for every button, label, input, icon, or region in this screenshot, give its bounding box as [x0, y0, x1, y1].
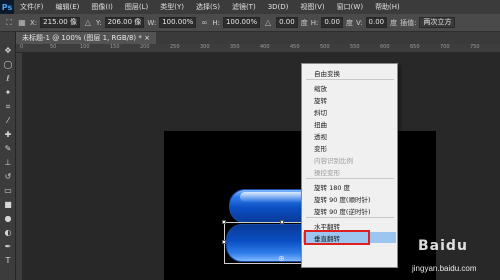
vskew-unit: 度	[390, 18, 398, 27]
menu-image[interactable]: 图像(I)	[85, 2, 119, 12]
ctx-distort[interactable]: 扭曲	[314, 119, 327, 129]
menu-filter[interactable]: 滤镜(T)	[226, 2, 262, 12]
eraser-tool-icon[interactable]: ▭	[3, 186, 13, 196]
hskew-field[interactable]: 0.00	[321, 17, 343, 28]
left-ruler	[16, 53, 23, 280]
stamp-tool-icon[interactable]: ⊥	[3, 158, 13, 168]
ruler-tick: 750	[470, 44, 480, 50]
ruler-tick: 50	[50, 44, 57, 50]
transform-center-icon[interactable]: ⊕	[278, 254, 285, 263]
baidu-watermark: Baidu jingyan.baidu.com	[412, 236, 498, 278]
menu-view[interactable]: 视图(V)	[294, 2, 330, 12]
menu-divider	[306, 79, 394, 80]
rotate-icon: △	[265, 18, 272, 27]
interpolation-label: 插值:	[400, 18, 417, 27]
ruler-tick: 350	[230, 44, 240, 50]
type-tool-icon[interactable]: T	[3, 256, 13, 266]
ctx-skew[interactable]: 斜切	[314, 107, 327, 117]
magic-wand-tool-icon[interactable]: ✦	[3, 88, 13, 98]
menu-3d[interactable]: 3D(D)	[262, 3, 295, 11]
document-tab-bar: 未标题-1 @ 100% (图层 1, RGB/8) * ×	[16, 32, 500, 44]
w-label: W:	[147, 18, 157, 27]
baidu-logo: Baidu	[418, 238, 468, 254]
transform-handle[interactable]	[280, 220, 284, 224]
options-bar: ⛶ ▦ X: 215.00 像 △ Y: 206.00 像 W: 100.00%…	[0, 14, 500, 32]
ruler-tick: 400	[260, 44, 270, 50]
ctx-rotate[interactable]: 旋转	[314, 95, 327, 105]
ruler-tick: 700	[440, 44, 450, 50]
healing-tool-icon[interactable]: ✚	[3, 130, 13, 140]
document-tab[interactable]: 未标题-1 @ 100% (图层 1, RGB/8) * ×	[16, 32, 156, 44]
blur-tool-icon[interactable]: ●	[3, 214, 13, 224]
ruler-tick: 100	[80, 44, 90, 50]
ruler-tick: 250	[170, 44, 180, 50]
ruler-tick: 600	[380, 44, 390, 50]
top-ruler: 0 50 100 150 200 250 300 350 400 450 500…	[16, 44, 500, 53]
menu-layer[interactable]: 图层(L)	[119, 2, 154, 12]
move-tool-icon[interactable]: ✥	[3, 46, 13, 56]
dodge-tool-icon[interactable]: ◐	[3, 228, 13, 238]
vskew-label: V:	[355, 18, 363, 27]
ctx-scale[interactable]: 缩放	[314, 83, 327, 93]
menu-help[interactable]: 帮助(H)	[369, 2, 406, 12]
gradient-tool-icon[interactable]: ■	[3, 200, 13, 210]
ruler-tick: 450	[290, 44, 300, 50]
hskew-label: H:	[310, 18, 319, 27]
transform-tool-icon[interactable]: ⛶	[4, 18, 14, 28]
ctx-puppet-warp: 操控变形	[314, 169, 340, 177]
menu-edit[interactable]: 编辑(E)	[50, 2, 86, 12]
vskew-field[interactable]: 0.00	[365, 17, 388, 28]
ctx-free-transform[interactable]: 自由变换	[314, 68, 340, 78]
ruler-tick: 500	[320, 44, 330, 50]
ctx-perspective[interactable]: 透视	[314, 131, 327, 141]
ctx-rotate-90-ccw[interactable]: 旋转 90 度(逆时针)	[314, 206, 370, 216]
x-field[interactable]: 215.00 像	[40, 17, 80, 28]
photoshop-logo: Ps	[0, 0, 14, 14]
reference-point-icon[interactable]: ▦	[17, 18, 27, 28]
ctx-rotate-180[interactable]: 旋转 180 度	[314, 182, 350, 192]
h-label: H:	[212, 18, 220, 27]
watermark-url: jingyan.baidu.com	[412, 264, 477, 273]
ctx-rotate-90-cw[interactable]: 旋转 90 度(顺时针)	[314, 194, 370, 204]
ruler-tick: 300	[200, 44, 210, 50]
menu-divider	[306, 217, 394, 218]
brush-tool-icon[interactable]: ✎	[3, 144, 13, 154]
history-brush-tool-icon[interactable]: ↺	[3, 172, 13, 182]
y-field[interactable]: 206.00 像	[104, 17, 145, 28]
eyedropper-tool-icon[interactable]: ⁄	[3, 116, 13, 126]
h-field[interactable]: 100.00%	[222, 17, 261, 28]
y-label: Y:	[95, 18, 102, 27]
marquee-tool-icon[interactable]: ◯	[3, 60, 13, 70]
ruler-tick: 550	[350, 44, 360, 50]
menu-type[interactable]: 类型(Y)	[154, 2, 190, 12]
ruler-tick: 150	[110, 44, 120, 50]
ruler-tick: 200	[140, 44, 150, 50]
interpolation-select[interactable]: 两次立方	[419, 17, 456, 28]
angle-unit: 度	[300, 18, 308, 27]
lasso-tool-icon[interactable]: ℓ	[3, 74, 13, 84]
menu-divider	[306, 178, 394, 179]
hskew-unit: 度	[345, 18, 353, 27]
triangle-icon[interactable]: △	[83, 18, 93, 28]
crop-tool-icon[interactable]: ⌗	[3, 102, 13, 112]
link-icon[interactable]: ∞	[199, 18, 209, 28]
pen-tool-icon[interactable]: ✒	[3, 242, 13, 252]
x-label: X:	[30, 18, 38, 27]
annotation-highlight-box	[304, 230, 370, 245]
ctx-content-aware-scale: 内容识别比例	[314, 157, 353, 165]
menu-window[interactable]: 窗口(W)	[331, 2, 369, 12]
transform-handle[interactable]	[222, 240, 226, 244]
menu-select[interactable]: 选择(S)	[190, 2, 226, 12]
menu-file[interactable]: 文件(F)	[14, 2, 50, 12]
tools-panel: ✥ ◯ ℓ ✦ ⌗ ⁄ ✚ ✎ ⊥ ↺ ▭ ■ ● ◐ ✒ T	[0, 32, 16, 280]
transform-handle[interactable]	[222, 220, 226, 224]
angle-field[interactable]: 0.00	[276, 17, 298, 28]
menu-bar: Ps 文件(F) 编辑(E) 图像(I) 图层(L) 类型(Y) 选择(S) 滤…	[0, 0, 500, 14]
ruler-tick: 650	[410, 44, 420, 50]
ruler-tick: 0	[20, 44, 24, 50]
ctx-warp[interactable]: 变形	[314, 143, 327, 153]
w-field[interactable]: 100.00%	[159, 17, 197, 28]
